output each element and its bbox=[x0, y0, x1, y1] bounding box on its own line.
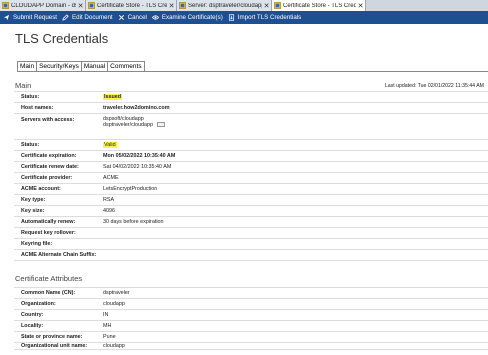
eye-icon bbox=[151, 15, 159, 20]
form-row-chain-suffix: ACME Alternate Chain Suffix: bbox=[14, 250, 488, 261]
field-label: Status: bbox=[21, 142, 40, 148]
field-value: Pune bbox=[103, 334, 116, 340]
field-label: Country: bbox=[21, 312, 44, 318]
status-badge: Valid bbox=[103, 142, 117, 148]
field-label: Key size: bbox=[21, 208, 45, 214]
action-toolbar: Submit Request Edit Document Cancel Exam… bbox=[0, 11, 488, 24]
form-row-org-unit: Organizational unit name: cloudapp bbox=[14, 343, 488, 350]
form-row-country: Country: IN bbox=[14, 310, 488, 321]
submit-request-button[interactable]: Submit Request bbox=[3, 14, 57, 21]
field-label: Certificate renew date: bbox=[21, 164, 79, 170]
edit-document-button[interactable]: Edit Document bbox=[62, 14, 113, 21]
examine-certificate-button[interactable]: Examine Certificate(s) bbox=[151, 14, 223, 21]
tab-certificate-store-1[interactable]: Certificate Store - TLS Credential... ✕ bbox=[86, 0, 177, 11]
field-value: MH bbox=[103, 323, 112, 329]
form-row-key-rollover: Request key rollover: bbox=[14, 228, 488, 239]
field-value: RSA bbox=[103, 197, 115, 203]
close-icon bbox=[118, 14, 124, 21]
import-icon bbox=[228, 14, 234, 21]
form-row-status: Status: Issued bbox=[14, 92, 488, 103]
form-row-common-name: Common Name (CN): dsptraveler bbox=[14, 288, 488, 299]
field-label: Automatically renew: bbox=[21, 219, 76, 225]
document-tab-strip: CLOUDAPP Domain - dspsoft... ✕ Certifica… bbox=[0, 0, 488, 11]
field-label: Servers with access: bbox=[21, 117, 75, 123]
select-servers-button[interactable] bbox=[157, 122, 166, 128]
field-label: ACME Alternate Chain Suffix: bbox=[21, 252, 97, 258]
main-form: Status: Issued Host names: traveler.how2… bbox=[14, 91, 488, 261]
field-label: Organization: bbox=[21, 301, 56, 307]
form-row-state: State or province name: Pune bbox=[14, 332, 488, 343]
cert-attributes-form: Common Name (CN): dsptraveler Organizati… bbox=[14, 287, 488, 350]
field-label: Certificate expiration: bbox=[21, 153, 77, 159]
form-row-validity: Status: Valid bbox=[14, 140, 488, 151]
form-row-locality: Locality: MH bbox=[14, 321, 488, 332]
field-value: dsptraveler bbox=[103, 290, 130, 296]
form-row-host-names: Host names: traveler.how2domino.com bbox=[14, 103, 488, 114]
tab-label: Certificate Store - TLS Credential... bbox=[97, 2, 167, 9]
field-label: Request key rollover: bbox=[21, 230, 76, 236]
field-value: 4096 bbox=[103, 208, 115, 214]
form-row-servers: Servers with access: dspsoft/cloudapp ds… bbox=[14, 114, 488, 140]
close-icon[interactable]: ✕ bbox=[357, 2, 364, 10]
form-row-acme-account: ACME account: LetsEncryptProduction bbox=[14, 184, 488, 195]
field-label: State or province name: bbox=[21, 334, 83, 340]
form-row-key-type: Key type: RSA bbox=[14, 195, 488, 206]
tab-certificate-store-active[interactable]: Certificate Store - TLS Credential... ✕ bbox=[272, 0, 366, 11]
close-icon[interactable]: ✕ bbox=[77, 2, 84, 10]
field-label: Host names: bbox=[21, 105, 54, 111]
tab-label: CLOUDAPP Domain - dspsoft... bbox=[11, 2, 76, 9]
field-value: IN bbox=[103, 312, 109, 318]
field-value: cloudapp bbox=[103, 343, 125, 349]
form-row-provider: Certificate provider: ACME bbox=[14, 173, 488, 184]
pencil-icon bbox=[62, 14, 69, 21]
last-updated: Last updated: Tue 02/01/2022 11:35:44 AM bbox=[384, 83, 484, 89]
field-label: Key type: bbox=[21, 197, 46, 203]
form-row-key-size: Key size: 4096 bbox=[14, 206, 488, 217]
domino-icon bbox=[274, 2, 281, 9]
main-section-title: Main bbox=[15, 81, 32, 90]
form-row-organization: Organization: cloudapp bbox=[14, 299, 488, 310]
form-row-expiration: Certificate expiration: Mon 05/02/2022 1… bbox=[14, 151, 488, 162]
field-value: Sat 04/02/2022 10:35:40 AM bbox=[103, 164, 172, 170]
field-value: Mon 05/02/2022 10:35:40 AM bbox=[103, 153, 176, 159]
form-row-renew-date: Certificate renew date: Sat 04/02/2022 1… bbox=[14, 162, 488, 173]
field-value: Issued bbox=[103, 94, 123, 100]
close-icon[interactable]: ✕ bbox=[263, 2, 270, 10]
field-label: Keyring file: bbox=[21, 241, 53, 247]
field-value: Valid bbox=[103, 142, 117, 148]
field-label: ACME account: bbox=[21, 186, 61, 192]
field-value: traveler.how2domino.com bbox=[103, 105, 170, 111]
cert-section-title: Certificate Attributes bbox=[15, 274, 83, 283]
tab-label: Certificate Store - TLS Credential... bbox=[283, 2, 356, 9]
import-tls-button[interactable]: Import TLS Credentials bbox=[228, 14, 301, 21]
field-label: Certificate provider: bbox=[21, 175, 73, 181]
field-value: LetsEncryptProduction bbox=[103, 186, 158, 192]
tab-divider bbox=[17, 71, 488, 72]
tab-cloudapp-domain[interactable]: CLOUDAPP Domain - dspsoft... ✕ bbox=[0, 0, 86, 11]
form-row-auto-renew: Automatically renew: 30 days before expi… bbox=[14, 217, 488, 228]
tab-server-dsptraveler[interactable]: Server: dsptraveler/cloudapp ✕ bbox=[177, 0, 272, 11]
domino-icon bbox=[2, 2, 9, 9]
field-label: Common Name (CN): bbox=[21, 290, 76, 296]
close-icon[interactable]: ✕ bbox=[168, 2, 175, 10]
tab-label: Server: dsptraveler/cloudapp bbox=[188, 2, 262, 9]
form-row-keyring-file: Keyring file: bbox=[14, 239, 488, 250]
domino-icon bbox=[179, 2, 186, 9]
field-value: 30 days before expiration bbox=[103, 219, 164, 225]
field-label: Organizational unit name: bbox=[21, 343, 88, 349]
field-value: ACME bbox=[103, 175, 119, 181]
status-badge: Issued bbox=[103, 94, 123, 100]
server-entry: dsptraveler/cloudapp bbox=[103, 122, 166, 128]
field-value: dspsoft/cloudapp dsptraveler/cloudapp bbox=[103, 116, 166, 129]
field-label: Locality: bbox=[21, 323, 44, 329]
field-label: Status: bbox=[21, 94, 40, 100]
domino-icon bbox=[88, 2, 95, 9]
cancel-button[interactable]: Cancel bbox=[118, 14, 147, 21]
submit-icon bbox=[3, 14, 10, 21]
field-value: cloudapp bbox=[103, 301, 125, 307]
page-title: TLS Credentials bbox=[15, 31, 109, 46]
